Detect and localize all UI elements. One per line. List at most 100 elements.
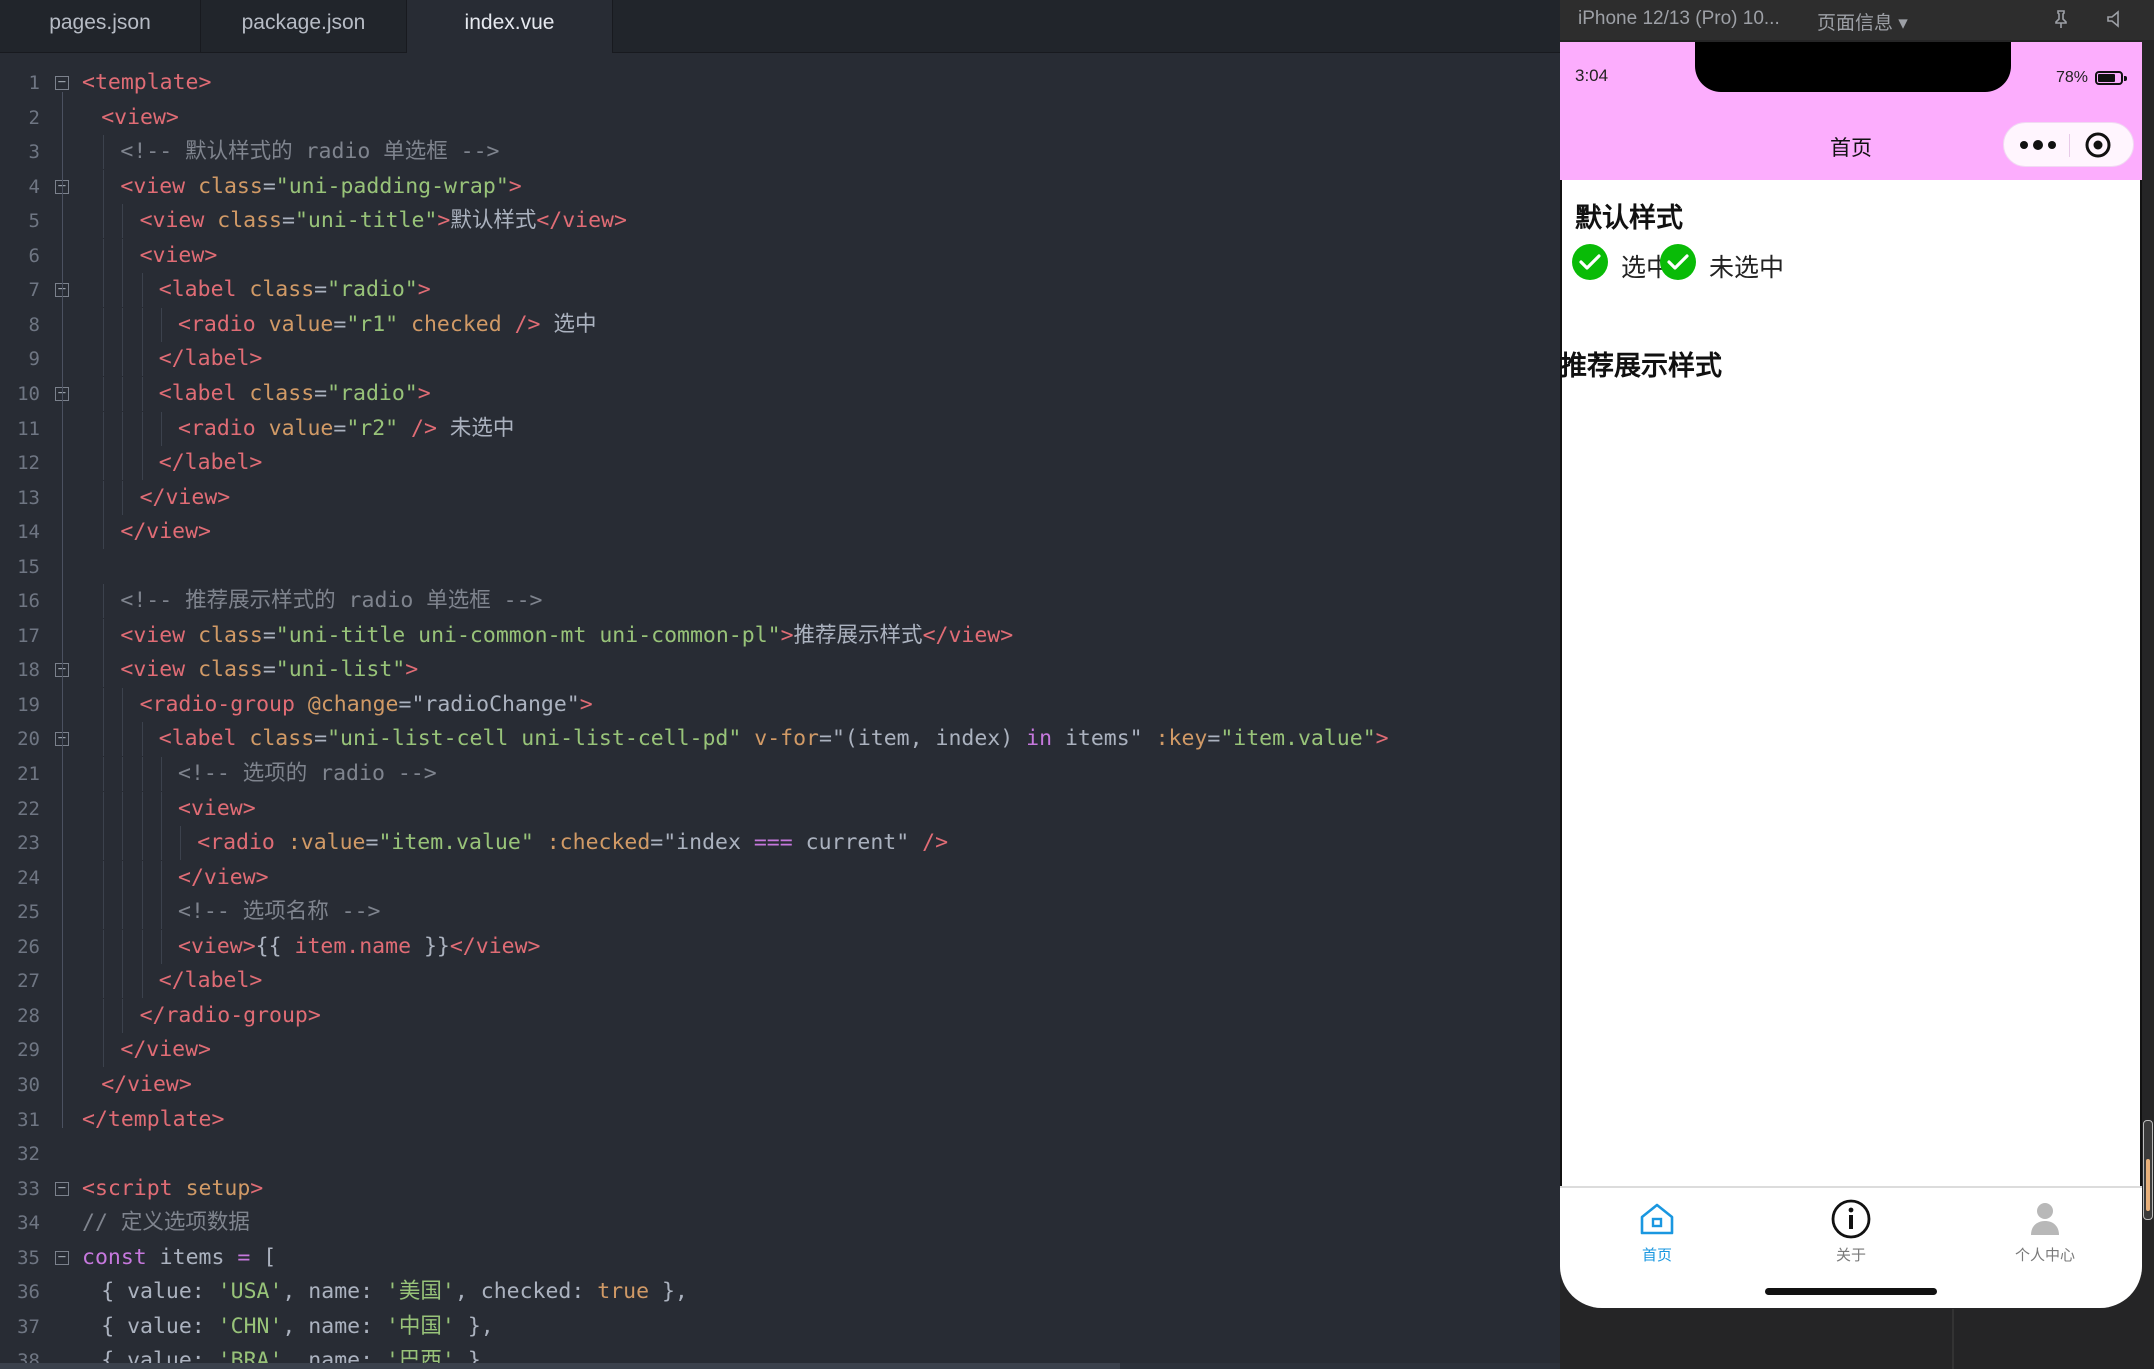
code-editor[interactable]: pages.json package.json index.vue 1− <tem…	[0, 0, 1560, 1369]
indent-guide	[141, 791, 143, 826]
scrollbar-thumb[interactable]	[2146, 1159, 2150, 1211]
code-token: <label	[158, 380, 237, 406]
code-text: <view class="uni-title">默认样式</view>	[140, 204, 627, 238]
indent-guide	[180, 826, 181, 861]
battery-fill	[2098, 74, 2115, 82]
code-text: </label>	[159, 342, 263, 376]
code-token: <template>	[82, 70, 212, 95]
code-text: // 定义选项数据	[82, 1206, 250, 1240]
indent-guide	[103, 653, 105, 688]
fold-toggle-icon[interactable]: −	[55, 1250, 69, 1265]
code-line[interactable]: 26 <view>{{ item.name }}</view>	[0, 929, 1560, 964]
tab-index-vue[interactable]: index.vue	[407, 0, 613, 53]
code-token: </label>	[158, 346, 263, 372]
tab-about[interactable]: 关于	[1754, 1188, 1948, 1288]
code-token: items"	[1052, 726, 1156, 752]
simulator-scrollbar[interactable]	[2143, 1120, 2153, 1220]
code-line[interactable]: 35− const items = [	[0, 1241, 1560, 1275]
device-selector[interactable]: iPhone 12/13 (Pro) 10...	[1578, 8, 1780, 30]
code-token: current"	[792, 830, 923, 856]
fold-guide	[62, 91, 63, 1129]
code-line[interactable]: 12 </label>	[0, 446, 1560, 481]
indent-guide	[141, 826, 143, 861]
code-token: ="index	[650, 830, 754, 856]
page-info-menu[interactable]: 页面信息 ▾	[1817, 8, 1908, 35]
indent-guide	[160, 411, 162, 446]
code-line[interactable]: 4−<view class="uni-padding-wrap">	[0, 169, 1560, 204]
code-line[interactable]: 15	[0, 550, 1560, 584]
code-line[interactable]: 32	[0, 1137, 1560, 1171]
fold-toggle-icon[interactable]: −	[55, 1181, 69, 1196]
code-line[interactable]: 7−<label class="radio">	[0, 273, 1560, 308]
line-number: 9	[28, 348, 40, 371]
code-token: <!-- 默认样式的 radio 单选框 -->	[120, 139, 500, 165]
code-line[interactable]: 11 <radio value="r2" /> 未选中	[0, 411, 1560, 446]
code-line[interactable]: 2 <view>	[0, 101, 1560, 135]
code-line[interactable]: 36 { value: 'USA', name: '美国', checked: t…	[0, 1275, 1560, 1309]
code-area[interactable]: 1− <template> 2 <view> 3 <!-- 默认样式的 radio 单选框…	[0, 66, 1560, 1366]
code-line[interactable]: 21 <!-- 选项的 radio -->	[0, 757, 1560, 791]
tab-package-json[interactable]: package.json	[201, 0, 407, 52]
tab-profile[interactable]: 个人中心	[1948, 1188, 2142, 1288]
code-line[interactable]: 18−<view class="uni-list">	[0, 653, 1560, 688]
code-line[interactable]: 1− <template>	[0, 66, 1560, 100]
line-number: 16	[17, 590, 40, 613]
line-number: 36	[17, 1281, 40, 1304]
code-line[interactable]: 30 </view>	[0, 1068, 1560, 1102]
code-text: { value: 'USA', name: '美国', checked: tru…	[101, 1275, 688, 1309]
code-token: >	[780, 622, 794, 648]
code-line[interactable]: 6 <view>	[0, 238, 1560, 273]
indent-guide	[122, 687, 124, 722]
code-line[interactable]: 9 </label>	[0, 342, 1560, 377]
tab-home[interactable]: 首页	[1560, 1188, 1754, 1288]
indent-guide	[160, 757, 162, 791]
code-line[interactable]: 17 <view class="uni-title uni-common-mt u…	[0, 618, 1560, 653]
code-line[interactable]: 3 <!-- 默认样式的 radio 单选框 -->	[0, 135, 1560, 170]
scrollbar-thumb[interactable]	[0, 1363, 1120, 1369]
code-line[interactable]: 33− <script setup>	[0, 1172, 1560, 1206]
simulator-footer	[1560, 1309, 2154, 1369]
code-line[interactable]: 8 <radio value="r1" checked /> 选中	[0, 307, 1560, 342]
code-line[interactable]: 34 // 定义选项数据	[0, 1206, 1560, 1240]
code-token: :value	[287, 830, 366, 856]
line-number: 31	[17, 1108, 40, 1131]
indent-guide	[122, 480, 124, 515]
code-line[interactable]: 24 </view>	[0, 860, 1560, 895]
more-icon[interactable]	[2018, 132, 2058, 158]
code-line[interactable]: 25 <!-- 选项名称 -->	[0, 895, 1560, 930]
code-line[interactable]: 16 <!-- 推荐展示样式的 radio 单选框 -->	[0, 584, 1560, 619]
code-line[interactable]: 5 <view class="uni-title">默认样式</view>	[0, 204, 1560, 239]
code-line[interactable]: 31 </template>	[0, 1103, 1560, 1137]
fold-toggle-icon[interactable]: −	[55, 75, 69, 90]
line-number: 37	[17, 1315, 40, 1338]
code-text: </label>	[159, 964, 263, 998]
code-line[interactable]: 23 <radio :value="item.value" :checked="i…	[0, 826, 1560, 861]
code-line[interactable]: 14 </view>	[0, 515, 1560, 550]
capsule-divider	[2069, 134, 2070, 157]
indent-guide	[122, 929, 124, 964]
horizontal-scrollbar[interactable]	[0, 1363, 1560, 1369]
pin-icon[interactable]	[2050, 8, 2072, 30]
tab-pages-json[interactable]: pages.json	[0, 0, 201, 52]
code-line[interactable]: 28 </radio-group>	[0, 998, 1560, 1033]
code-line[interactable]: 29 </view>	[0, 1033, 1560, 1068]
code-line[interactable]: 13 </view>	[0, 480, 1560, 515]
code-token: >	[405, 657, 419, 683]
code-line[interactable]: 19 <radio-group @change="radioChange">	[0, 687, 1560, 722]
line-number: 3	[28, 141, 40, 164]
line-number: 8	[28, 313, 40, 336]
code-line[interactable]: 37 { value: 'CHN', name: '中国' },	[0, 1310, 1560, 1344]
code-line[interactable]: 20−<label class="uni-list-cell uni-list-…	[0, 722, 1560, 757]
code-token: :checked	[546, 830, 651, 856]
code-line[interactable]: 10−<label class="radio">	[0, 376, 1560, 411]
close-mini-program-icon[interactable]	[2084, 131, 2112, 159]
speaker-icon[interactable]	[2104, 8, 2126, 30]
code-line[interactable]: 27 </label>	[0, 964, 1560, 999]
line-number: 6	[28, 244, 40, 267]
code-token: ===	[753, 830, 793, 856]
code-line[interactable]: 22 <view>	[0, 791, 1560, 826]
code-text: <script setup>	[82, 1172, 263, 1206]
